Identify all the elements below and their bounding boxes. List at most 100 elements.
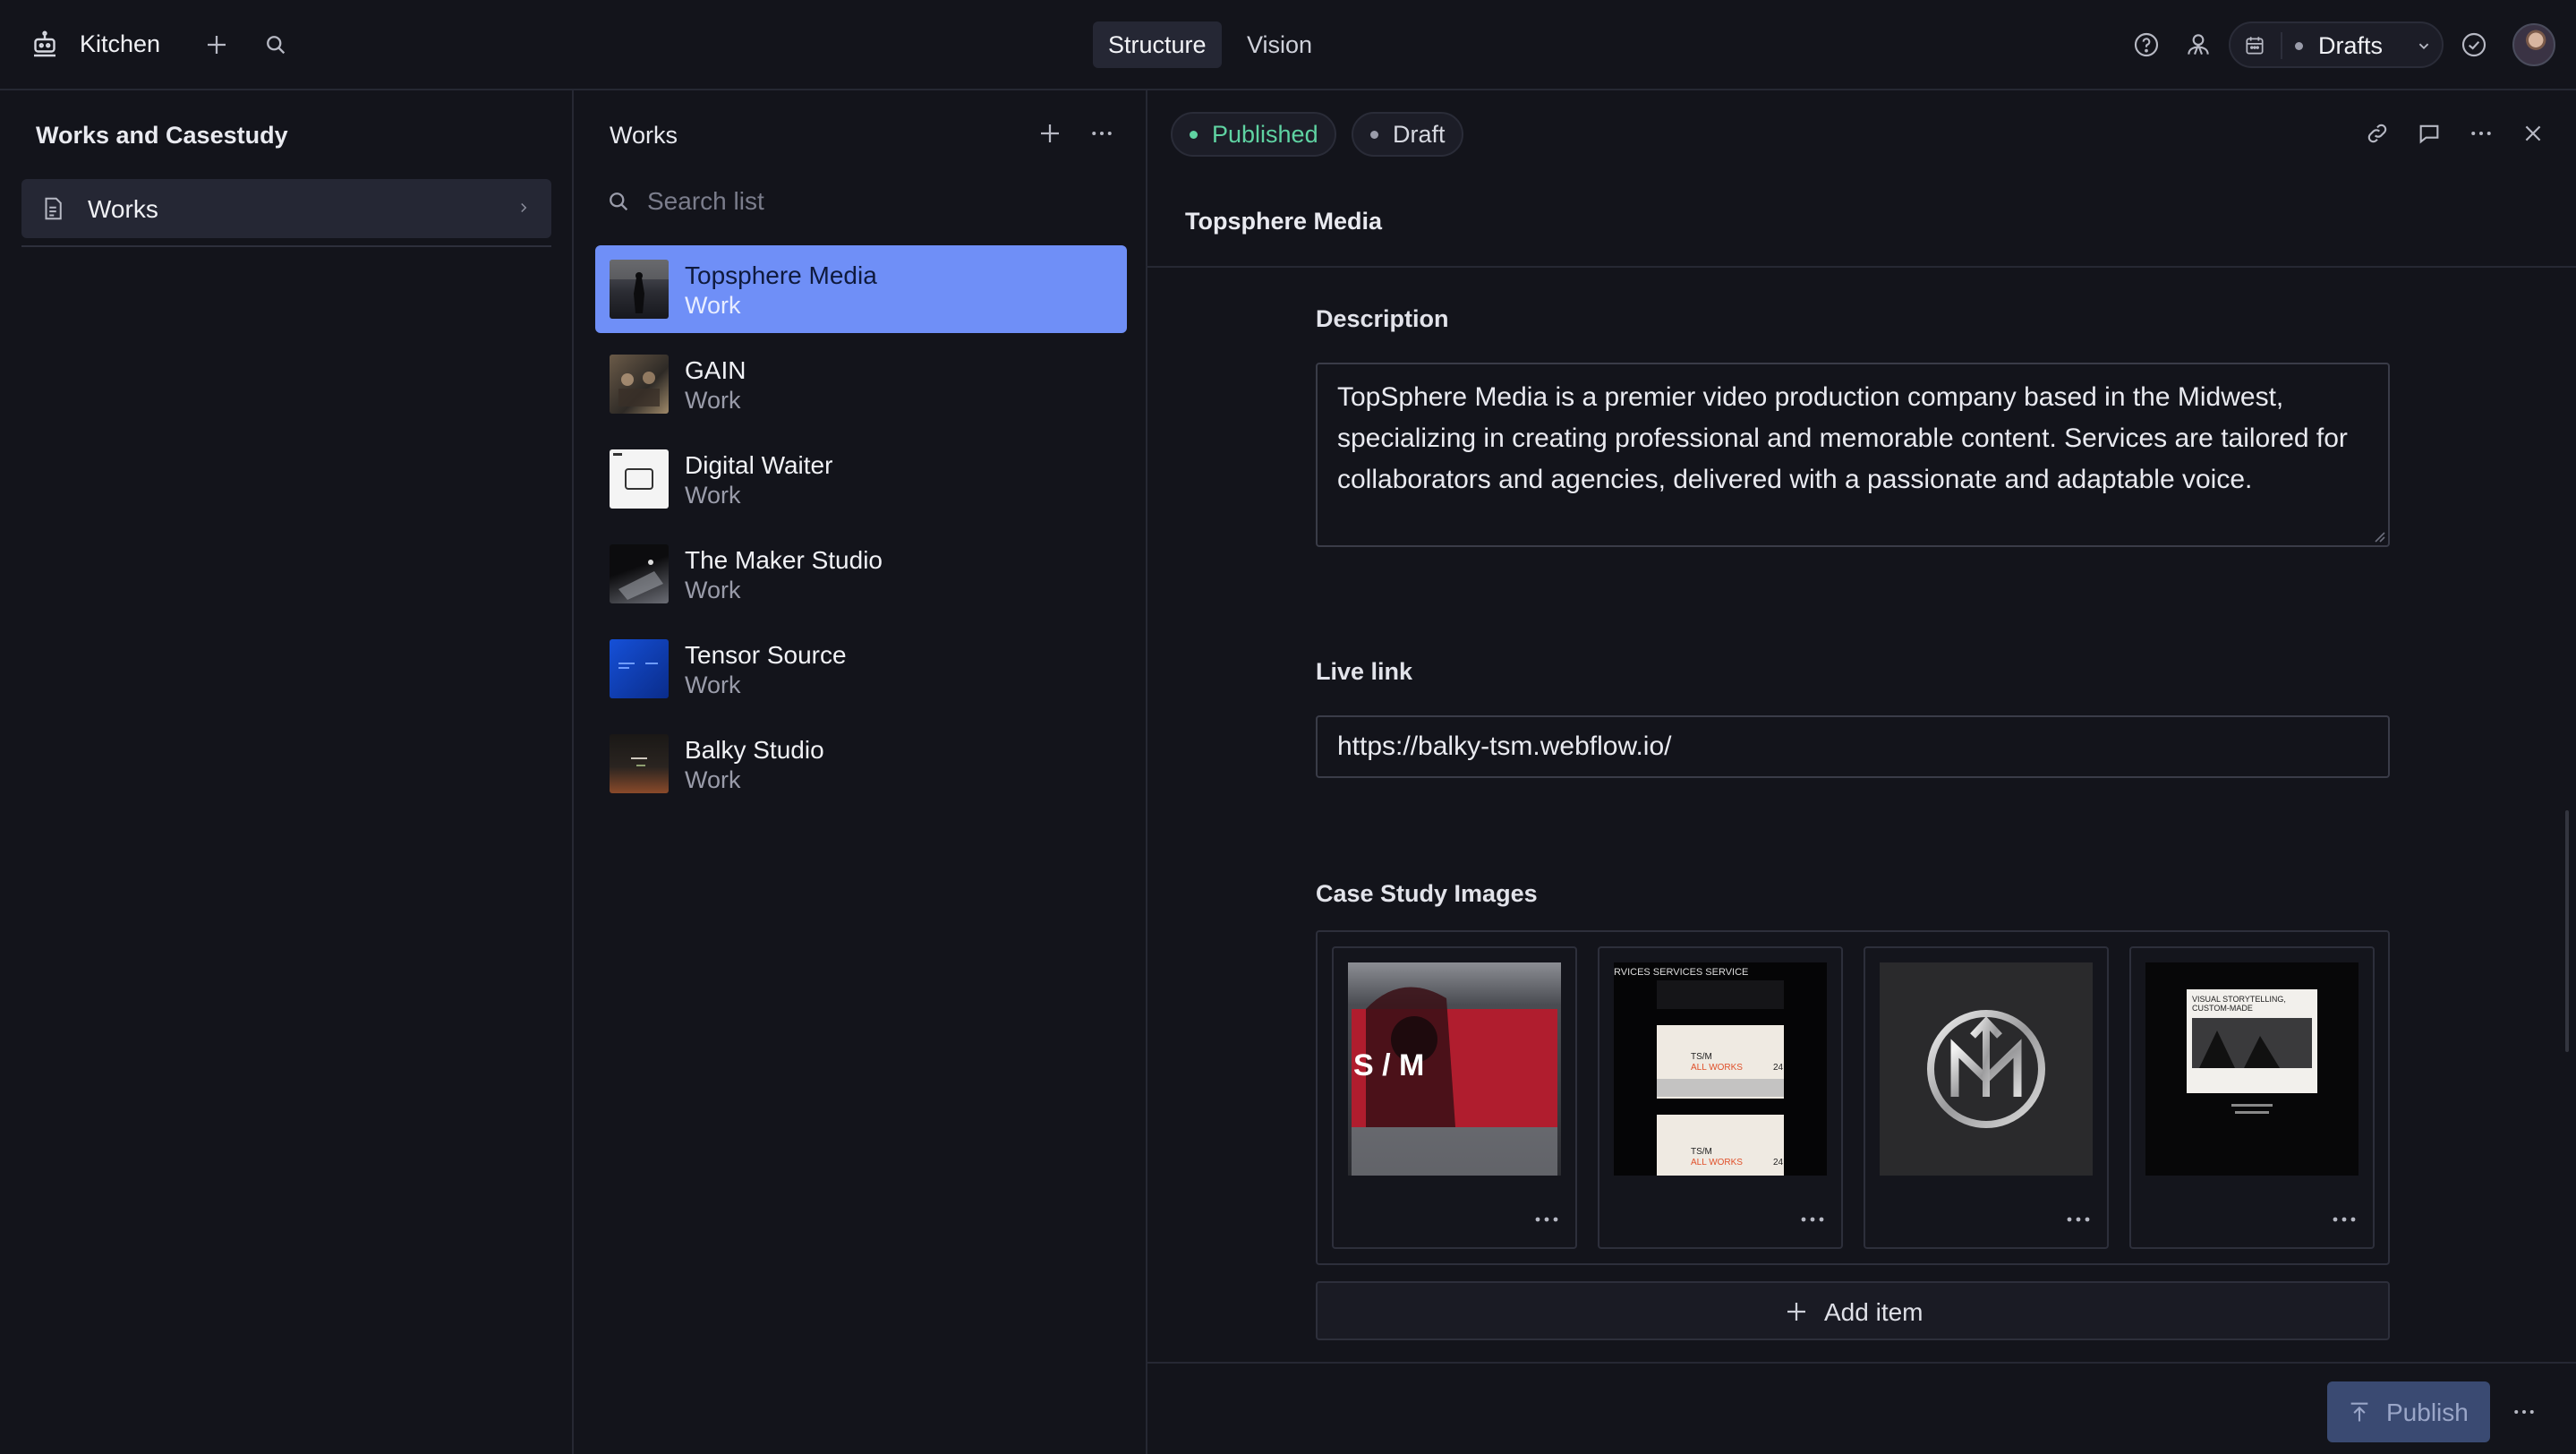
thumbnail	[610, 449, 669, 509]
image-overlay-text: ALL WORKS	[1691, 1063, 1743, 1073]
comment-icon[interactable]	[2413, 117, 2445, 150]
help-icon[interactable]	[2130, 29, 2162, 61]
plus-icon	[1783, 1298, 1810, 1325]
search-input[interactable]	[647, 184, 1095, 219]
status-label: Published	[1212, 121, 1318, 148]
list-item[interactable]: GAIN Work	[595, 340, 1127, 428]
list-item-title: Balky Studio	[685, 736, 824, 764]
thumbnail	[610, 260, 669, 319]
list-item-subtitle: Work	[685, 292, 741, 319]
publish-label: Publish	[2386, 1398, 2469, 1426]
check-circle-icon[interactable]	[2458, 29, 2490, 61]
draft-dot	[2295, 42, 2303, 50]
case-study-image	[1880, 962, 2093, 1176]
resize-handle-icon[interactable]	[2370, 527, 2386, 543]
document-editor-pane: Published Draft Topsphere Media Descript…	[1147, 90, 2576, 1454]
more-icon[interactable]	[2508, 1396, 2540, 1428]
list-item-title: Digital Waiter	[685, 451, 833, 479]
thumbnail	[610, 734, 669, 793]
image-overlay-text: S / M	[1353, 1048, 1424, 1082]
image-card[interactable]: RVICES SERVICES SERVICE TS/M ALL WORKS 2…	[1598, 946, 1843, 1249]
status-draft-badge[interactable]: Draft	[1352, 112, 1463, 157]
pane-title: Works and Casestudy	[36, 122, 288, 149]
image-overlay-text: CUSTOM-MADE	[2192, 1004, 2253, 1013]
list-item[interactable]: Balky Studio Work	[595, 720, 1127, 808]
add-item-label: Add item	[1824, 1298, 1923, 1326]
more-icon[interactable]	[1534, 1215, 1559, 1224]
description-text: TopSphere Media is a premier video produ…	[1337, 382, 2348, 494]
status-dot	[1190, 131, 1198, 139]
scrollbar[interactable]	[2565, 810, 2569, 1052]
case-study-image: VISUAL STORYTELLING, CUSTOM-MADE	[2145, 962, 2358, 1176]
release-label: Drafts	[2318, 32, 2384, 59]
list-item-subtitle: Work	[685, 671, 741, 698]
image-card[interactable]	[1864, 946, 2109, 1249]
link-icon[interactable]	[2361, 117, 2393, 150]
monogram-logo-icon	[1927, 1010, 2045, 1128]
chevron-down-icon	[2414, 36, 2434, 56]
live-link-label: Live link	[1316, 658, 1413, 685]
description-label: Description	[1316, 305, 1449, 332]
image-overlay-number: 24	[1773, 1158, 1784, 1167]
divider	[1147, 1362, 2576, 1364]
more-icon[interactable]	[1086, 117, 1118, 150]
case-study-images-label: Case Study Images	[1316, 880, 1538, 907]
status-label: Draft	[1393, 121, 1446, 148]
divider	[1147, 266, 2576, 268]
image-overlay-text: ALL WORKS	[1691, 1158, 1743, 1167]
plus-icon[interactable]	[200, 29, 233, 61]
app-name[interactable]: Kitchen	[80, 30, 160, 58]
document-title: Topsphere Media	[1185, 208, 1383, 235]
list-item-title: The Maker Studio	[685, 546, 883, 574]
add-item-button[interactable]: Add item	[1316, 1281, 2390, 1340]
top-bar: Kitchen Structure Vision Drafts	[0, 0, 2576, 90]
list-item-title: Tensor Source	[685, 641, 847, 669]
list-item[interactable]: Tensor Source Work	[595, 625, 1127, 713]
more-icon[interactable]	[2066, 1215, 2091, 1224]
image-overlay-text: TS/M	[1691, 1052, 1712, 1062]
thumbnail	[610, 355, 669, 414]
image-card[interactable]: S / M	[1332, 946, 1577, 1249]
divider	[2281, 32, 2282, 59]
list-item[interactable]: Topsphere Media Work	[595, 245, 1127, 333]
close-icon[interactable]	[2517, 117, 2549, 150]
search-icon	[606, 189, 631, 214]
user-avatar[interactable]	[2512, 23, 2555, 66]
release-selector[interactable]: Drafts	[2229, 21, 2444, 68]
case-study-gallery: S / M RVICES SERVICES SERVICE TS/M ALL W…	[1316, 930, 2390, 1265]
description-field[interactable]: TopSphere Media is a premier video produ…	[1316, 363, 2390, 547]
live-link-field[interactable]: https://balky-tsm.webflow.io/	[1316, 715, 2390, 778]
image-overlay-text: VISUAL STORYTELLING,	[2192, 995, 2286, 1004]
publish-button[interactable]: Publish	[2327, 1381, 2490, 1442]
more-icon[interactable]	[2465, 117, 2497, 150]
users-icon[interactable]	[2182, 29, 2214, 61]
robot-logo-icon[interactable]	[27, 27, 63, 63]
document-list-pane: Works Topsphere Media Work GAIN Work Dig…	[574, 90, 1147, 1454]
list-item-subtitle: Work	[685, 577, 741, 603]
image-overlay-text: RVICES SERVICES SERVICE	[1614, 967, 1748, 978]
list-item-subtitle: Work	[685, 482, 741, 509]
tab-structure[interactable]: Structure	[1093, 21, 1222, 68]
divider	[21, 245, 551, 247]
more-icon[interactable]	[2332, 1215, 2357, 1224]
list-item[interactable]: The Maker Studio Work	[595, 530, 1127, 618]
status-published-badge[interactable]: Published	[1171, 112, 1336, 157]
search-icon[interactable]	[261, 30, 290, 59]
tab-vision[interactable]: Vision	[1232, 21, 1327, 68]
more-icon[interactable]	[1800, 1215, 1825, 1224]
thumbnail	[610, 544, 669, 603]
image-overlay-text: TS/M	[1691, 1147, 1712, 1157]
list-item[interactable]: Digital Waiter Work	[595, 435, 1127, 523]
plus-icon[interactable]	[1034, 117, 1066, 150]
list-item-subtitle: Work	[685, 387, 741, 414]
search-list	[606, 184, 1107, 219]
pane-title: Works	[610, 122, 678, 149]
nav-item-works[interactable]: Works	[21, 179, 551, 238]
list-item-title: Topsphere Media	[685, 261, 877, 289]
document-icon	[39, 195, 66, 222]
case-study-image: RVICES SERVICES SERVICE TS/M ALL WORKS 2…	[1614, 962, 1827, 1176]
status-dot	[1370, 131, 1378, 139]
image-overlay-number: 24	[1773, 1063, 1784, 1073]
thumbnail	[610, 639, 669, 698]
image-card[interactable]: VISUAL STORYTELLING, CUSTOM-MADE	[2129, 946, 2375, 1249]
